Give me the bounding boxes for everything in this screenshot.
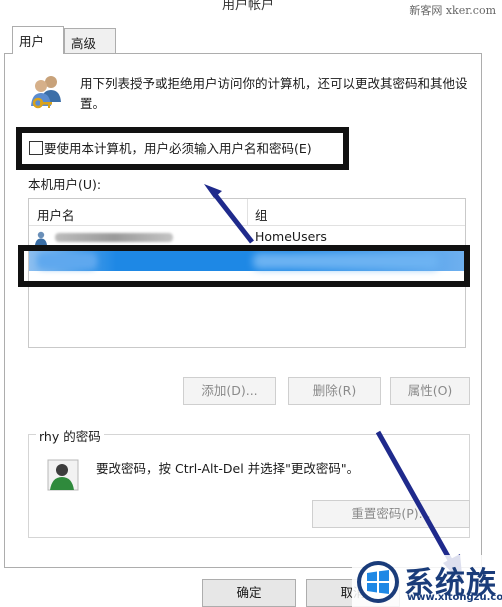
table-row[interactable]: HomeUsers [29,227,465,247]
local-users-label: 本机用户(U): [28,177,102,192]
intro-description: 用下列表授予或拒绝用户访问你的计算机，还可以更改其密码和其他设置。 [80,76,468,111]
reset-password-button[interactable]: 重置密码(P)... [312,500,470,528]
ok-button[interactable]: 确定 [202,579,296,607]
properties-button[interactable]: 属性(O) [390,377,470,405]
brand-url: www.xitongzu.com [407,592,502,603]
password-group-title: rhy 的密码 [36,426,104,445]
remove-button[interactable]: 删除(R) [288,377,381,405]
windows-logo-icon [357,561,399,603]
tab-advanced[interactable]: 高级 [64,28,116,54]
column-group[interactable]: 组 [255,205,268,224]
users-key-icon [31,76,61,109]
username-redacted [37,253,97,269]
column-divider[interactable] [247,199,248,225]
window-title: 用户帐户 [222,0,275,13]
require-login-checkbox[interactable] [29,141,43,155]
password-instruction: 要改密码，按 Ctrl-Alt-Del 并选择"更改密码"。 [96,461,360,476]
watermark-text: 新客网 xker.com [409,4,496,17]
user-icon [35,231,47,245]
list-header: 用户名 组 [29,199,465,226]
column-username[interactable]: 用户名 [37,205,75,224]
require-login-label[interactable]: 要使用本计算机，用户必须输入用户名和密码(E) [44,138,312,157]
user-password-icon [47,459,79,491]
user-group: HomeUsers [255,229,327,244]
add-button[interactable]: 添加(D)... [183,377,276,405]
users-list[interactable]: 用户名 组 HomeUsers [28,198,466,348]
username-redacted [55,233,173,242]
table-row-selected[interactable] [29,251,465,271]
group-redacted [253,253,439,269]
tab-users[interactable]: 用户 [12,26,64,54]
